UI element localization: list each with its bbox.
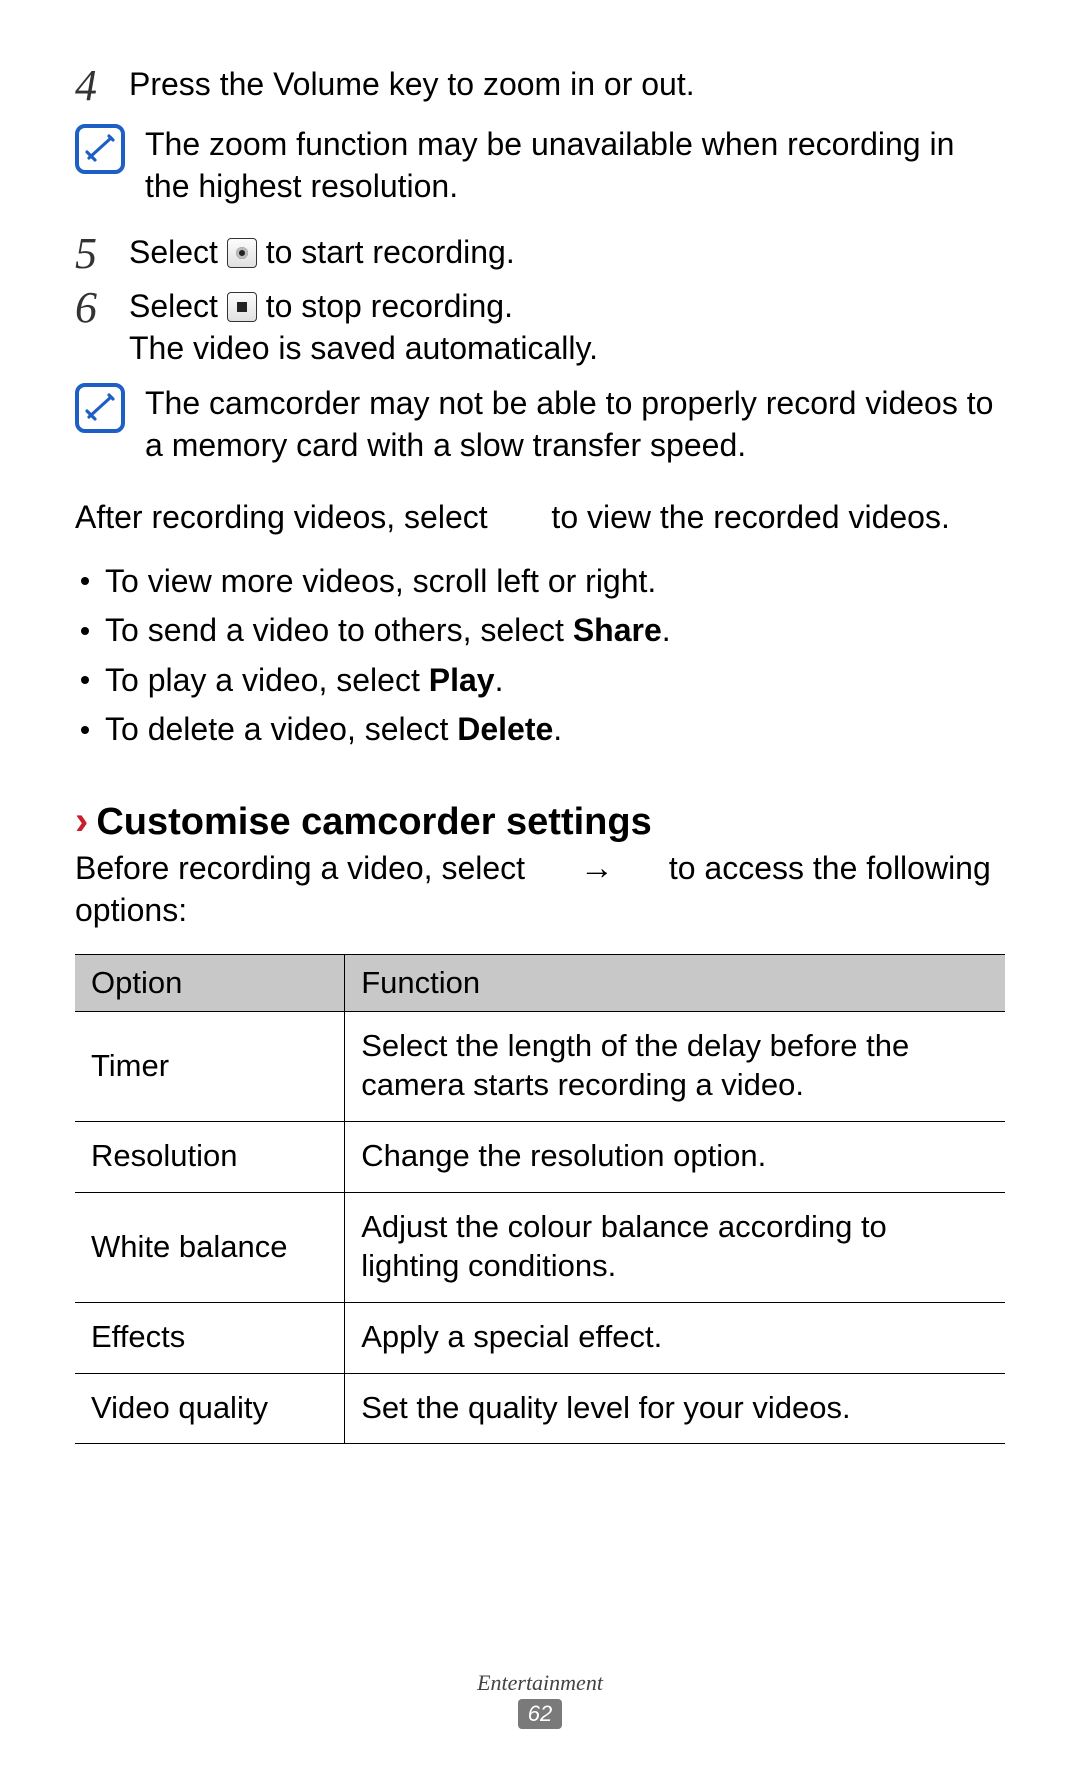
- text-fragment: To send a video to others, select: [105, 612, 573, 648]
- record-icon: [227, 238, 257, 268]
- step-5: 5 Select to start recording.: [75, 230, 1005, 278]
- text-fragment: to view the recorded videos.: [543, 499, 950, 535]
- text-fragment: To delete a video, select: [105, 711, 457, 747]
- options-table: Option Function TimerSelect the length o…: [75, 954, 1005, 1445]
- bold-label: Delete: [457, 711, 553, 747]
- step-text: Press the Volume key to zoom in or out.: [129, 62, 1005, 106]
- bullet-icon: [81, 577, 89, 585]
- table-cell: Adjust the colour balance according to l…: [345, 1192, 1005, 1302]
- table-cell: Change the resolution option.: [345, 1122, 1005, 1193]
- text-fragment: To play a video, select: [105, 662, 429, 698]
- stop-icon: [227, 292, 257, 322]
- table-row: TimerSelect the length of the delay befo…: [75, 1011, 1005, 1121]
- subheading-row: › Customise camcorder settings: [75, 801, 1005, 844]
- table-header-option: Option: [75, 954, 345, 1011]
- step-text: Select to stop recording. The video is s…: [129, 284, 1005, 369]
- text-fragment: Before recording a video, select: [75, 850, 534, 886]
- step-text: Select to start recording.: [129, 230, 1005, 274]
- text-fragment: to start recording.: [257, 234, 515, 270]
- table-cell: Timer: [75, 1011, 345, 1121]
- table-row: EffectsApply a special effect.: [75, 1303, 1005, 1374]
- note-icon: [75, 383, 125, 433]
- page-number-badge: 62: [518, 1699, 562, 1729]
- text-fragment: Select: [129, 234, 227, 270]
- step-6: 6 Select to stop recording. The video is…: [75, 284, 1005, 369]
- footer-section-label: Entertainment: [0, 1670, 1080, 1696]
- table-cell: Video quality: [75, 1373, 345, 1444]
- text-fragment: .: [662, 612, 671, 648]
- table-cell: Select the length of the delay before th…: [345, 1011, 1005, 1121]
- table-cell: Effects: [75, 1303, 345, 1374]
- text-fragment: The video is saved automatically.: [129, 330, 598, 366]
- table-header-row: Option Function: [75, 954, 1005, 1011]
- subheading: Customise camcorder settings: [96, 801, 651, 844]
- bullet-list: To view more videos, scroll left or righ…: [75, 557, 1005, 755]
- page-footer: Entertainment 62: [0, 1670, 1080, 1729]
- text-fragment: .: [553, 711, 562, 747]
- after-recording-paragraph: After recording videos, select to view t…: [75, 496, 1005, 538]
- note-zoom-unavailable: The zoom function may be unavailable whe…: [75, 124, 1005, 207]
- step-number: 4: [75, 62, 129, 110]
- bullet-icon: [81, 676, 89, 684]
- list-item: To send a video to others, select Share.: [75, 606, 1005, 656]
- text-fragment: to stop recording.: [257, 288, 513, 324]
- text-fragment: .: [495, 662, 504, 698]
- list-item: To play a video, select Play.: [75, 656, 1005, 706]
- chevron-icon: ›: [75, 801, 88, 841]
- intro-paragraph: Before recording a video, select → to ac…: [75, 846, 1005, 932]
- text-fragment: Select: [129, 288, 227, 324]
- list-item: To delete a video, select Delete.: [75, 705, 1005, 755]
- table-row: White balanceAdjust the colour balance a…: [75, 1192, 1005, 1302]
- arrow-icon: →: [572, 846, 622, 890]
- table-cell: Resolution: [75, 1122, 345, 1193]
- step-4: 4 Press the Volume key to zoom in or out…: [75, 62, 1005, 110]
- text-fragment: To view more videos, scroll left or righ…: [105, 563, 656, 599]
- bold-label: Share: [573, 612, 662, 648]
- note-text: The camcorder may not be able to properl…: [145, 383, 1005, 466]
- table-cell: Set the quality level for your videos.: [345, 1373, 1005, 1444]
- step-number: 6: [75, 284, 129, 332]
- note-text: The zoom function may be unavailable whe…: [145, 124, 1005, 207]
- text-fragment: After recording videos, select: [75, 499, 497, 535]
- table-cell: White balance: [75, 1192, 345, 1302]
- list-item: To view more videos, scroll left or righ…: [75, 557, 1005, 607]
- bold-label: Play: [429, 662, 495, 698]
- note-slow-card: The camcorder may not be able to properl…: [75, 383, 1005, 466]
- step-number: 5: [75, 230, 129, 278]
- table-row: ResolutionChange the resolution option.: [75, 1122, 1005, 1193]
- note-icon: [75, 124, 125, 174]
- bullet-icon: [81, 726, 89, 734]
- bullet-icon: [81, 627, 89, 635]
- table-header-function: Function: [345, 954, 1005, 1011]
- table-cell: Apply a special effect.: [345, 1303, 1005, 1374]
- table-row: Video qualitySet the quality level for y…: [75, 1373, 1005, 1444]
- manual-page: 4 Press the Volume key to zoom in or out…: [0, 0, 1080, 1771]
